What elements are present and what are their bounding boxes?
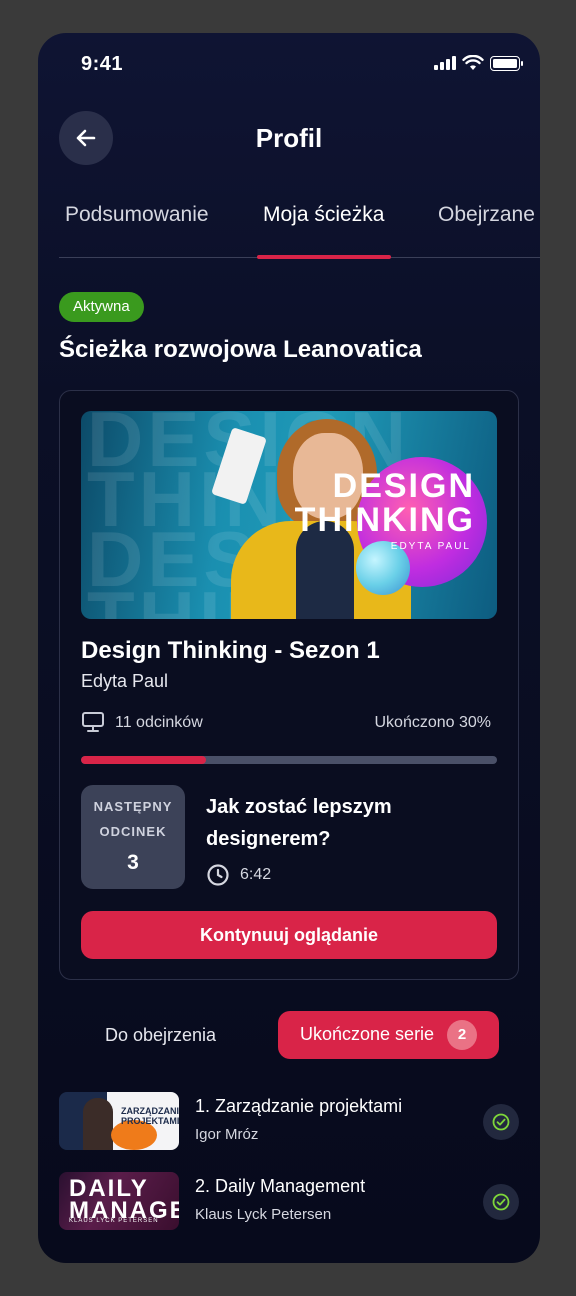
episode-count: 11 odcinków bbox=[115, 714, 203, 731]
monitor-icon bbox=[82, 712, 104, 732]
thumb-title-line1: DESIGN bbox=[332, 467, 475, 505]
status-bar: 9:41 bbox=[38, 33, 540, 95]
wifi-icon bbox=[462, 55, 484, 70]
next-episode-number: 3 bbox=[127, 851, 139, 874]
active-tab-indicator bbox=[257, 255, 391, 259]
count-badge: 2 bbox=[447, 1020, 477, 1050]
list-thumbnail: DAILY MANAGEMENT KLAUS LYCK PETERSEN bbox=[59, 1172, 179, 1230]
list-item[interactable]: ZARZĄDZANIE PROJEKTAMI 1. Zarządzanie pr… bbox=[59, 1092, 519, 1152]
list-item-title: 1. Zarządzanie projektami bbox=[195, 1096, 403, 1116]
series-filter: Do obejrzenia Ukończone serie 2 bbox=[59, 1011, 519, 1061]
clock-icon bbox=[207, 864, 229, 886]
tab-watched[interactable]: Obejrzane bbox=[438, 203, 535, 227]
series-thumbnail[interactable]: DESIGN THINKI DESIGN THINKI DESIGN THINK… bbox=[81, 411, 497, 619]
progress-fill bbox=[81, 756, 206, 764]
list-thumbnail: ZARZĄDZANIE PROJEKTAMI bbox=[59, 1092, 179, 1150]
tab-summary[interactable]: Podsumowanie bbox=[65, 203, 209, 227]
progress-bar bbox=[81, 756, 497, 764]
battery-icon bbox=[490, 55, 523, 71]
continue-watching-button[interactable]: Kontynuuj oglądanie bbox=[81, 911, 497, 959]
thumb-title-line2: THINKING bbox=[294, 501, 475, 539]
list-thumb-text: DAILY MANAGEMENT bbox=[69, 1175, 179, 1224]
status-badge: Aktywna bbox=[59, 292, 144, 322]
list-thumb-subtext: KLAUS LYCK PETERSEN bbox=[69, 1218, 159, 1224]
completion-label: Ukończono 30% bbox=[374, 714, 491, 731]
duration-value: 6:42 bbox=[240, 866, 272, 883]
list-item-author: Igor Mróz bbox=[195, 1126, 259, 1143]
series-author: Edyta Paul bbox=[81, 671, 169, 691]
list-thumb-text: ZARZĄDZANIE PROJEKTAMI bbox=[121, 1106, 179, 1126]
next-label-line2: ODCINEK bbox=[99, 824, 167, 839]
series-title: Design Thinking - Sezon 1 bbox=[81, 637, 380, 664]
thumb-author: EDYTA PAUL bbox=[390, 541, 471, 552]
status-time: 9:41 bbox=[81, 53, 124, 75]
page-title: Profil bbox=[255, 123, 323, 153]
next-episode-title: Jak zostać lepszym designerem? bbox=[206, 796, 392, 850]
list-item[interactable]: DAILY MANAGEMENT KLAUS LYCK PETERSEN 2. … bbox=[59, 1172, 519, 1232]
tab-bar: Podsumowanie Moja ścieżka Obejrzane bbox=[59, 201, 540, 259]
series-card: DESIGN THINKI DESIGN THINKI DESIGN THINK… bbox=[59, 390, 519, 980]
next-label-line1: NASTĘPNY bbox=[93, 799, 173, 814]
list-item-author: Klaus Lyck Petersen bbox=[195, 1206, 332, 1223]
signal-icon bbox=[434, 56, 456, 70]
tab-my-path[interactable]: Moja ścieżka bbox=[263, 203, 384, 227]
check-circle-icon bbox=[483, 1184, 519, 1220]
filter-to-watch[interactable]: Do obejrzenia bbox=[105, 1025, 216, 1046]
check-circle-icon bbox=[483, 1104, 519, 1140]
series-meta: 11 odcinków Ukończono 30% bbox=[81, 711, 497, 737]
filter-completed[interactable]: Ukończone serie 2 bbox=[278, 1011, 499, 1059]
status-icons bbox=[434, 55, 523, 71]
list-item-title: 2. Daily Management bbox=[195, 1176, 366, 1196]
filter-completed-label: Ukończone serie bbox=[300, 1024, 435, 1044]
path-title: Ścieżka rozwojowa Leanovatica bbox=[59, 336, 422, 363]
next-episode-box: NASTĘPNY ODCINEK 3 bbox=[81, 785, 185, 889]
phone-screen: 9:41 Profil Podsumowanie Moja ścieżka Ob… bbox=[38, 33, 540, 1263]
